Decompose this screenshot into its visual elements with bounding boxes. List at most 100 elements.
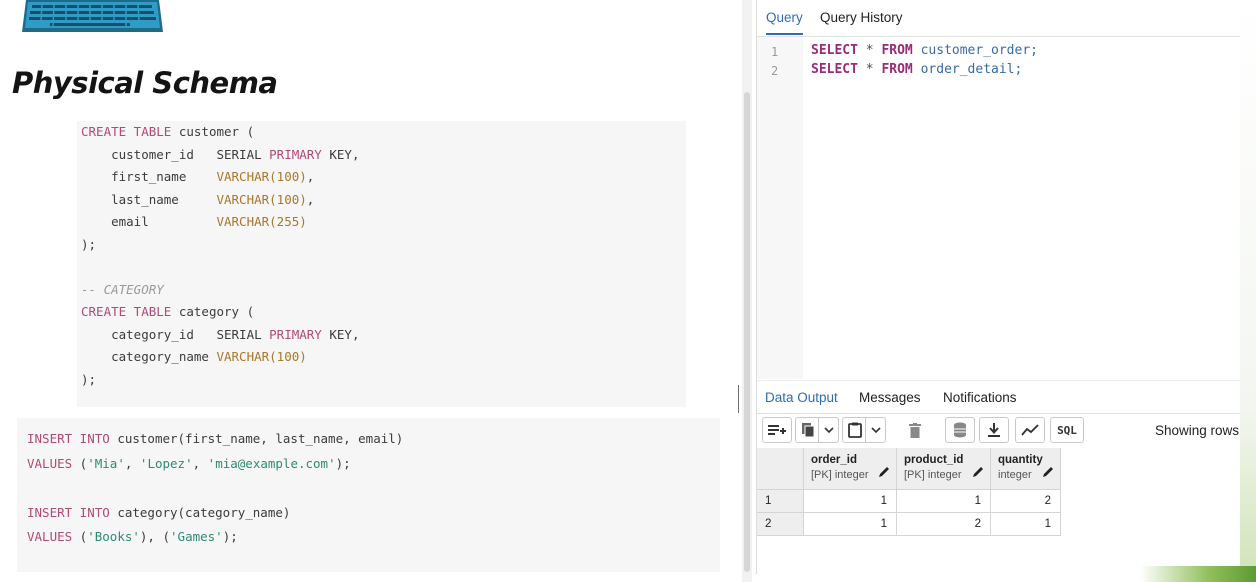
code-token: ); [81, 236, 97, 252]
save-data-button[interactable] [945, 417, 975, 443]
slide-edge-decoration [1240, 0, 1256, 582]
code-token: ); [335, 455, 351, 471]
code-token: INSERT INTO [27, 504, 110, 520]
paste-icon[interactable] [847, 422, 863, 441]
sql-button[interactable]: SQL [1050, 417, 1084, 443]
edit-pencil-icon[interactable] [879, 466, 890, 480]
query-token: customer_order; [912, 43, 1038, 58]
code-token: customer_id SERIAL [81, 146, 270, 162]
column-header[interactable]: quantity integer [991, 448, 1061, 490]
code-token: email [81, 214, 217, 229]
code-token: 'Books' [87, 529, 140, 544]
column-name: quantity [998, 454, 1043, 466]
slide-corner-decoration [1140, 566, 1256, 582]
column-type: [PK] integer [904, 469, 962, 481]
scrollbar-thumb[interactable] [744, 92, 750, 572]
grid-cell[interactable]: 2 [991, 490, 1061, 513]
ddl-code-line: first_name VARCHAR(100), [81, 169, 314, 184]
line-number: 2 [771, 64, 779, 78]
code-token: KEY, [321, 326, 360, 342]
line-number-gutter: 1 2 [757, 37, 803, 379]
code-token: last_name [81, 191, 217, 207]
save-data-icon [954, 422, 966, 438]
code-token: VALUES [27, 529, 73, 544]
chevron-down-icon[interactable] [823, 422, 835, 441]
ddl-code-line: category_id SERIAL PRIMARY KEY, [81, 327, 359, 342]
tab-data-output[interactable]: Data Output [765, 390, 838, 405]
code-token: 'Mia' [87, 455, 125, 471]
insert-code-line: INSERT INTO category(category_name) [27, 505, 290, 520]
tab-query-history[interactable]: Query History [820, 10, 903, 25]
code-token: category_name [81, 349, 217, 364]
column-type: [PK] integer [811, 469, 869, 481]
code-token: VALUES [27, 455, 73, 471]
code-token: customer(first_name, last_name, email) [109, 431, 404, 446]
insert-code-line: INSERT INTO customer(first_name, last_na… [27, 431, 403, 446]
grid-cell[interactable]: 1 [804, 513, 897, 536]
copy-button-group [795, 417, 839, 443]
code-token: , [306, 191, 315, 207]
grid-cell[interactable]: 1 [804, 490, 897, 513]
tab-messages[interactable]: Messages [859, 390, 921, 405]
add-row-icon [768, 425, 786, 435]
pane-divider[interactable] [738, 385, 739, 413]
code-token: , [306, 169, 315, 184]
slide-title: Physical Schema [12, 66, 278, 100]
ddl-code-block: CREATE TABLE customer ( customer_id SERI… [77, 121, 686, 407]
column-header[interactable]: product_id [PK] integer [897, 448, 991, 490]
tab-query[interactable]: Query [766, 10, 803, 35]
column-name: order_id [811, 454, 858, 466]
ddl-code-line: customer_id SERIAL PRIMARY KEY, [81, 147, 359, 162]
code-token: customer ( [171, 124, 255, 139]
column-header[interactable]: order_id [PK] integer [804, 448, 897, 490]
code-token: , [124, 455, 140, 471]
ddl-code-line: email VARCHAR(255) [81, 214, 307, 229]
code-token: VARCHAR(100) [216, 191, 307, 207]
code-token: -- CATEGORY [81, 281, 164, 297]
keyboard-image [22, 0, 163, 32]
insert-code-line: VALUES ('Mia', 'Lopez', 'mia@example.com… [27, 456, 351, 471]
editor-tab-bar: Query Query History [757, 0, 1241, 37]
delete-button[interactable] [903, 417, 927, 443]
query-line[interactable]: SELECT * FROM order_detail; [811, 62, 1022, 77]
code-token: category(category_name) [109, 504, 291, 520]
code-token: PRIMARY [269, 146, 322, 162]
query-token: SELECT [811, 62, 858, 77]
delete-icon [909, 422, 921, 438]
ddl-code-line: ); [81, 237, 96, 252]
graph-icon [1021, 424, 1039, 436]
code-token: KEY, [321, 146, 360, 162]
code-token: CREATE TABLE [81, 304, 172, 319]
download-button[interactable] [979, 417, 1009, 443]
query-token: * [857, 62, 882, 77]
copy-icon[interactable] [800, 422, 816, 441]
ddl-code-line: last_name VARCHAR(100), [81, 192, 314, 207]
code-token: CREATE TABLE [81, 124, 172, 139]
query-editor[interactable]: SELECT * FROM customer_order; SELECT * FR… [803, 37, 1241, 379]
line-number: 1 [771, 45, 779, 59]
grid-cell[interactable]: 1 [897, 490, 991, 513]
edit-pencil-icon[interactable] [973, 466, 984, 480]
query-line[interactable]: SELECT * FROM customer_order; [811, 43, 1038, 58]
code-token: PRIMARY [269, 326, 322, 342]
code-token: 'Lopez' [139, 455, 193, 471]
grid-cell[interactable]: 1 [991, 513, 1061, 536]
grid-cell[interactable]: 2 [897, 513, 991, 536]
code-token: category ( [171, 304, 255, 319]
output-tab-bar: Data Output Messages Notifications [757, 380, 1241, 414]
code-token: ( [72, 455, 88, 471]
add-row-button[interactable] [762, 417, 792, 443]
edit-pencil-icon[interactable] [1043, 466, 1054, 480]
query-token: * [857, 43, 882, 58]
tab-notifications[interactable]: Notifications [943, 390, 1017, 405]
row-number[interactable]: 1 [757, 490, 804, 513]
query-token: FROM [881, 62, 913, 77]
graph-visualiser-button[interactable] [1015, 417, 1045, 443]
insert-code-block: INSERT INTO customer(first_name, last_na… [17, 418, 720, 572]
showing-rows-label: Showing rows: [1155, 423, 1243, 438]
code-token: , [192, 455, 208, 471]
row-number[interactable]: 2 [757, 513, 804, 536]
code-token: VARCHAR(255) [216, 214, 307, 229]
column-name: product_id [904, 454, 964, 466]
chevron-down-icon[interactable] [870, 422, 882, 441]
